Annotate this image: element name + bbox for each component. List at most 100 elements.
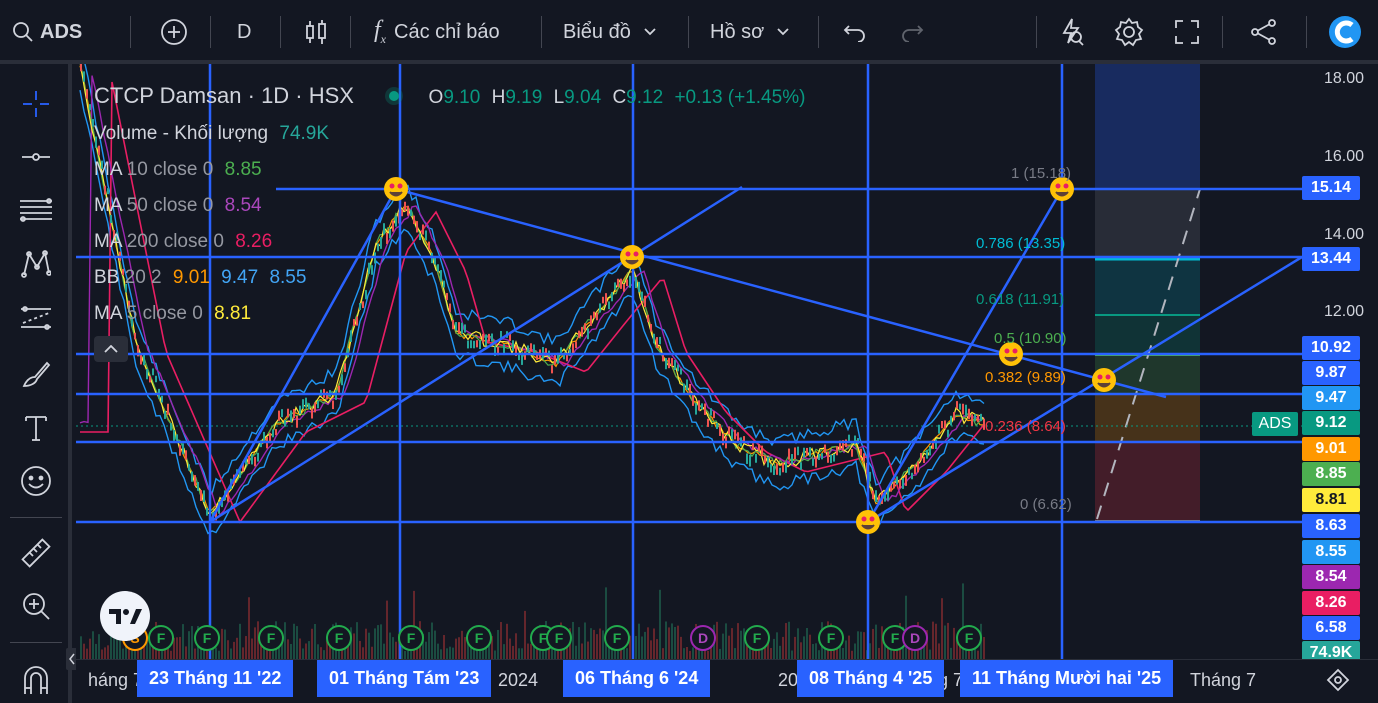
fullscreen-icon <box>1175 20 1199 44</box>
event-marker[interactable]: F <box>956 625 982 651</box>
candle <box>299 405 301 414</box>
legend-ma10-params: 10 close 0 <box>126 159 214 180</box>
legend-ma5-row[interactable]: MA 5 close 0 8.81 <box>94 296 805 332</box>
volume-bar <box>443 635 445 659</box>
candle <box>959 403 961 410</box>
candle <box>164 410 166 419</box>
brush-tool[interactable] <box>16 354 56 394</box>
event-marker[interactable]: F <box>546 625 572 651</box>
volume-bar <box>407 650 409 659</box>
zoom-tool[interactable] <box>16 586 56 626</box>
redo-button[interactable] <box>900 0 924 64</box>
volume-bar <box>365 628 367 659</box>
volume-bar <box>527 643 529 659</box>
trend-line-tool[interactable] <box>16 137 56 177</box>
volume-bar <box>122 648 124 659</box>
candle <box>893 481 895 489</box>
fib-tool[interactable] <box>16 190 56 230</box>
indicators-button[interactable]: fx Các chỉ báo <box>374 0 500 64</box>
interval-button[interactable]: D <box>237 0 251 64</box>
candle <box>281 409 283 418</box>
time-axis[interactable]: háng 7 2024 20 g 7 Tháng 7 23 Tháng 11 '… <box>76 659 1378 703</box>
volume-bar <box>875 624 877 659</box>
candle <box>191 471 193 482</box>
candle <box>971 414 973 426</box>
event-marker[interactable]: F <box>148 625 174 651</box>
compare-add-button[interactable] <box>160 0 188 64</box>
symbol-search-button[interactable]: ADS <box>12 0 82 64</box>
price-tag: 10.92 <box>1302 336 1360 360</box>
candle <box>197 481 199 491</box>
candle <box>305 397 307 408</box>
crosshair-tool[interactable] <box>16 84 56 124</box>
emoji-tool[interactable] <box>16 461 56 501</box>
volume-bar <box>323 650 325 659</box>
pattern-tool[interactable] <box>16 244 56 284</box>
candle <box>707 418 709 427</box>
profile-dropdown[interactable]: Hồ sơ <box>710 0 790 64</box>
volume-bar <box>296 626 298 659</box>
event-marker[interactable]: F <box>326 625 352 651</box>
candle <box>788 448 790 460</box>
event-marker[interactable]: F <box>398 625 424 651</box>
event-marker[interactable]: F <box>194 625 220 651</box>
legend-collapse-button[interactable] <box>94 336 128 362</box>
volume-bar <box>599 628 601 659</box>
legend-ma5-params: 5 close 0 <box>126 303 203 324</box>
settings-button[interactable] <box>1114 0 1144 64</box>
volume-bar <box>431 622 433 659</box>
prediction-tool[interactable] <box>16 298 56 338</box>
volume-bar <box>857 631 859 659</box>
legend-symbol-row[interactable]: CTCP Damsan · 1D · HSX O9.10 H9.19 L9.04… <box>94 78 805 116</box>
measure-tool[interactable] <box>16 533 56 573</box>
fullscreen-button[interactable] <box>1174 0 1200 64</box>
volume-bar <box>293 623 295 659</box>
legend-ma200-row[interactable]: MA 200 close 0 8.26 <box>94 224 805 260</box>
event-marker[interactable]: F <box>258 625 284 651</box>
event-marker[interactable]: D <box>690 625 716 651</box>
volume-bar <box>878 647 880 659</box>
candle <box>821 453 823 460</box>
event-marker[interactable]: F <box>604 625 630 651</box>
legend-ma50-row[interactable]: MA 50 close 0 8.54 <box>94 188 805 224</box>
legend-ma10-row[interactable]: MA 10 close 0 8.85 <box>94 152 805 188</box>
magnet-tool[interactable] <box>16 660 56 700</box>
volume-bar <box>428 632 430 659</box>
legend-bb-row[interactable]: BB 20 2 9.01 9.47 8.55 <box>94 260 805 296</box>
volume-bar <box>740 630 742 659</box>
volume-bar <box>389 632 391 659</box>
undo-button[interactable] <box>843 0 867 64</box>
volume-bar <box>854 643 856 659</box>
candle <box>962 403 964 415</box>
candle <box>761 445 763 457</box>
candle-type-button[interactable] <box>303 0 329 64</box>
candle <box>680 368 682 375</box>
chart-type-dropdown[interactable]: Biểu đồ <box>563 0 657 64</box>
event-marker[interactable]: F <box>744 625 770 651</box>
price-tag: 8.85 <box>1302 462 1360 486</box>
candle <box>875 490 877 503</box>
volume-bar <box>818 650 820 659</box>
volume-bar <box>722 633 724 659</box>
price-axis[interactable]: 18.00 16.00 14.00 12.00 15.14 13.44 10.92 9… <box>1302 64 1378 665</box>
time-tag-3: 06 Tháng 6 '24 <box>563 660 711 697</box>
ohlc-open: 9.10 <box>443 87 481 108</box>
volume-bar <box>95 643 97 659</box>
legend-ma5-name: MA <box>94 303 122 324</box>
text-tool[interactable] <box>16 408 56 448</box>
volume-bar <box>248 597 250 659</box>
candle <box>290 410 292 422</box>
alert-button[interactable] <box>1058 0 1086 64</box>
app-logo[interactable] <box>1328 0 1362 64</box>
event-marker[interactable]: F <box>818 625 844 651</box>
tradingview-logo[interactable] <box>100 591 150 641</box>
share-button[interactable] <box>1250 0 1278 64</box>
candle <box>80 64 82 72</box>
axis-settings-button[interactable] <box>1324 666 1352 694</box>
legend-volume-row[interactable]: Volume - Khối lượng 74.9K <box>94 116 805 152</box>
volume-bar <box>893 650 895 659</box>
candle <box>692 394 694 406</box>
event-marker[interactable]: D <box>902 625 928 651</box>
event-marker[interactable]: F <box>466 625 492 651</box>
time-tag-5: 11 Tháng Mười hai '25 <box>960 660 1174 697</box>
